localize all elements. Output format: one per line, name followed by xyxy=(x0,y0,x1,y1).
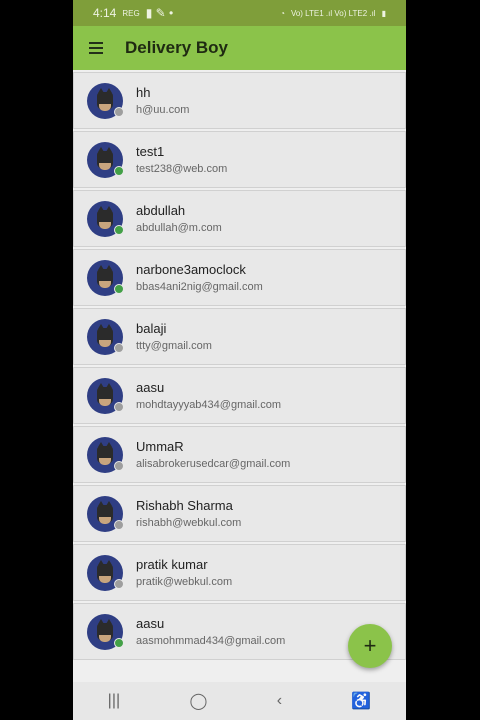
item-name: Rishabh Sharma xyxy=(136,497,233,513)
item-email: ttty@gmail.com xyxy=(136,339,212,352)
add-button[interactable]: + xyxy=(348,624,392,668)
status-dot xyxy=(114,637,124,648)
item-email: mohdtayyyab434@gmail.com xyxy=(136,398,282,411)
item-text: balaji ttty@gmail.com xyxy=(136,321,212,353)
list-item[interactable]: UmmaR alisabrokerusedcar@gmail.com xyxy=(73,426,406,483)
list-item[interactable]: balaji ttty@gmail.com xyxy=(73,308,406,365)
phone-screen: 4:14 REG ▮ ✎ • ◔ Vo) LTE1 .ıl Vo) LTE2 .… xyxy=(73,0,406,720)
item-text: aasu mohdtayyyab434@gmail.com xyxy=(136,380,281,412)
item-text: test1 test238@web.com xyxy=(136,144,227,176)
item-email: test238@web.com xyxy=(136,162,228,175)
menu-icon[interactable] xyxy=(89,42,103,54)
item-text: abdullah abdullah@m.com xyxy=(136,203,222,235)
status-bar: 4:14 REG ▮ ✎ • ◔ Vo) LTE1 .ıl Vo) LTE2 .… xyxy=(73,0,406,26)
item-email: alisabrokerusedcar@gmail.com xyxy=(136,457,291,470)
list-item[interactable]: aasu mohdtayyyab434@gmail.com xyxy=(73,367,406,424)
item-text: narbone3amoclock bbas4ani2nig@gmail.com xyxy=(136,262,263,294)
status-dot xyxy=(114,224,124,235)
notification-icons: ▮ ✎ • xyxy=(145,6,174,20)
avatar xyxy=(87,200,124,237)
item-name: abdullah xyxy=(136,202,186,218)
status-dot xyxy=(114,578,124,589)
avatar xyxy=(87,436,124,473)
avatar xyxy=(87,377,124,414)
avatar-face xyxy=(99,280,111,288)
avatar-face xyxy=(99,398,111,406)
battery-icon: ▮ xyxy=(381,8,386,18)
avatar xyxy=(87,318,124,355)
list-item[interactable]: narbone3amoclock bbas4ani2nig@gmail.com xyxy=(73,249,406,306)
back-button[interactable]: ‹ xyxy=(277,692,282,710)
avatar-face xyxy=(99,575,111,583)
status-dot xyxy=(114,342,124,353)
item-text: aasu aasmohmmad434@gmail.com xyxy=(136,616,285,648)
item-text: pratik kumar pratik@webkul.com xyxy=(136,557,232,589)
avatar-face xyxy=(99,457,111,465)
app-bar: Delivery Boy xyxy=(73,26,406,70)
system-nav-bar: ||| ◯ ‹ ♿ xyxy=(73,682,406,720)
item-name: balaji xyxy=(136,320,167,336)
avatar xyxy=(87,495,124,532)
item-email: rishabh@webkul.com xyxy=(136,516,242,529)
app-title: Delivery Boy xyxy=(125,38,228,57)
wifi-icon: ◔ xyxy=(280,8,285,18)
item-email: aasmohmmad434@gmail.com xyxy=(136,634,286,647)
avatar xyxy=(87,613,124,650)
home-button[interactable]: ◯ xyxy=(189,691,207,711)
status-dot xyxy=(114,165,124,176)
item-name: narbone3amoclock xyxy=(136,261,246,277)
item-email: abdullah@m.com xyxy=(136,221,222,234)
item-name: UmmaR xyxy=(136,438,184,454)
item-name: pratik kumar xyxy=(136,556,208,572)
item-email: pratik@webkul.com xyxy=(136,575,233,588)
item-name: aasu xyxy=(136,379,165,395)
recent-apps-button[interactable]: ||| xyxy=(108,692,120,710)
item-name: hh xyxy=(136,84,151,100)
avatar xyxy=(87,82,124,119)
status-dot xyxy=(114,106,124,117)
avatar-face xyxy=(99,634,111,642)
list-item[interactable]: pratik kumar pratik@webkul.com xyxy=(73,544,406,601)
signal-text: Vo) LTE1 .ıl Vo) LTE2 .ıl xyxy=(290,8,376,18)
signal-indicators: ◔ Vo) LTE1 .ıl Vo) LTE2 .ıl ▮ xyxy=(280,9,386,18)
avatar-face xyxy=(99,339,111,347)
avatar xyxy=(87,141,124,178)
avatar-face xyxy=(99,162,111,170)
list-item[interactable]: abdullah abdullah@m.com xyxy=(73,190,406,247)
item-name: test1 xyxy=(136,143,165,159)
item-text: UmmaR alisabrokerusedcar@gmail.com xyxy=(136,439,290,471)
avatar-face xyxy=(99,103,111,111)
item-name: aasu xyxy=(136,615,165,631)
status-dot xyxy=(114,460,124,471)
list-item[interactable]: test1 test238@web.com xyxy=(73,131,406,188)
item-email: bbas4ani2nig@gmail.com xyxy=(136,280,263,293)
time: 4:14 xyxy=(93,6,117,20)
delivery-boy-list[interactable]: hh h@uu.com test1 test238@web.com abdullah ab… xyxy=(73,72,406,662)
status-dot xyxy=(114,283,124,294)
avatar xyxy=(87,259,124,296)
item-text: hh h@uu.com xyxy=(136,85,189,117)
status-dot xyxy=(114,519,124,530)
avatar xyxy=(87,554,124,591)
status-mini-label: REG xyxy=(122,8,140,18)
avatar-face xyxy=(99,516,111,524)
accessibility-button[interactable]: ♿ xyxy=(351,691,371,711)
avatar-face xyxy=(99,221,111,229)
list-item[interactable]: Rishabh Sharma rishabh@webkul.com xyxy=(73,485,406,542)
item-text: Rishabh Sharma rishabh@webkul.com xyxy=(136,498,241,530)
item-email: h@uu.com xyxy=(136,103,190,116)
status-dot xyxy=(114,401,124,412)
list-item[interactable]: hh h@uu.com xyxy=(73,72,406,129)
